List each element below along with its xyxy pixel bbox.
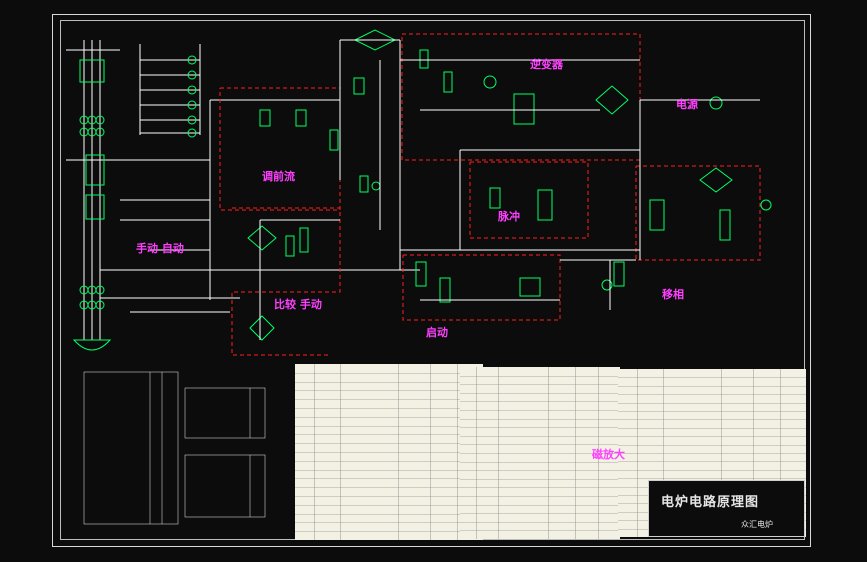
label-inverter: 逆变器	[530, 58, 563, 71]
table-row-rule	[295, 487, 483, 488]
title-block: 电炉电路原理图 众汇电炉	[648, 480, 805, 537]
table-row-rule	[295, 426, 483, 427]
table-column-rule	[476, 367, 477, 539]
company-name: 众汇电炉	[741, 520, 773, 529]
table-row-rule	[618, 428, 806, 429]
table-row-rule	[295, 461, 483, 462]
table-column-rule	[430, 364, 431, 540]
table-row-rule	[460, 530, 620, 531]
table-row-rule	[618, 436, 806, 437]
table-row-rule	[295, 417, 483, 418]
table-row-rule	[295, 514, 483, 515]
table-row-rule	[295, 470, 483, 471]
table-row-rule	[295, 522, 483, 523]
table-row-rule	[295, 478, 483, 479]
label-start-circuit: 启动	[426, 326, 448, 339]
legend-table-grid	[83, 371, 266, 525]
lamp-ladder	[139, 44, 201, 135]
label-phase-shift: 移相	[662, 288, 684, 301]
table-row-rule	[460, 410, 620, 411]
drawing-title: 电炉电路原理图	[661, 495, 760, 510]
table-row-rule	[618, 403, 806, 404]
label-power-supply: 电源	[676, 98, 698, 111]
table-row-rule	[460, 462, 620, 463]
table-row-rule	[460, 436, 620, 437]
table-row-rule	[460, 479, 620, 480]
table-row-rule	[460, 376, 620, 377]
table-column-rule	[548, 367, 549, 539]
label-compare-manual: 比较 手动	[274, 298, 322, 311]
table-row-rule	[460, 427, 620, 428]
table-row-rule	[460, 522, 620, 523]
main-power-bus	[66, 40, 420, 340]
table-row-rule	[295, 382, 483, 383]
table-column-rule	[314, 364, 315, 540]
table-row-rule	[460, 444, 620, 445]
table-row-rule	[295, 434, 483, 435]
table-row-rule	[618, 386, 806, 387]
table-row-rule	[618, 419, 806, 420]
lamp-icons	[187, 55, 197, 138]
table-row-rule	[618, 478, 806, 479]
table-row-rule	[460, 470, 620, 471]
table-row-rule	[295, 373, 483, 374]
component-clusters	[247, 29, 772, 341]
table-row-rule	[295, 452, 483, 453]
table-column-rule	[498, 367, 499, 539]
table-row-rule	[295, 531, 483, 532]
table-row-rule	[460, 401, 620, 402]
table-row-rule	[295, 505, 483, 506]
table-row-rule	[618, 453, 806, 454]
table-column-rule	[457, 364, 458, 540]
table-row-rule	[618, 470, 806, 471]
table-column-rule	[398, 364, 399, 540]
parts-list-table-1	[295, 364, 483, 540]
table-row-rule	[460, 419, 620, 420]
label-manual-auto: 手动 自动	[136, 242, 184, 255]
table-row-rule	[618, 445, 806, 446]
table-row-rule	[618, 377, 806, 378]
table-row-rule	[295, 408, 483, 409]
table-column-rule	[340, 364, 341, 540]
table-row-rule	[460, 384, 620, 385]
table-row-rule	[618, 461, 806, 462]
label-pulse: 脉冲	[498, 210, 520, 223]
label-current-loop: 调前流	[262, 170, 295, 183]
table-row-rule	[295, 496, 483, 497]
table-row-rule	[460, 487, 620, 488]
table-row-rule	[295, 390, 483, 391]
drawing-canvas: 调前流 逆变器 手动 自动 比较 手动 脉冲 移相 启动 电源 磁放大 电炉电路…	[0, 0, 867, 562]
table-row-rule	[460, 513, 620, 514]
table-row-rule	[295, 399, 483, 400]
label-excitation: 磁放大	[592, 448, 625, 461]
table-column-rule	[637, 369, 638, 537]
table-column-rule	[575, 367, 576, 539]
table-row-rule	[460, 496, 620, 497]
table-row-rule	[618, 411, 806, 412]
table-row-rule	[460, 505, 620, 506]
table-row-rule	[460, 393, 620, 394]
table-row-rule	[618, 394, 806, 395]
table-row-rule	[295, 443, 483, 444]
